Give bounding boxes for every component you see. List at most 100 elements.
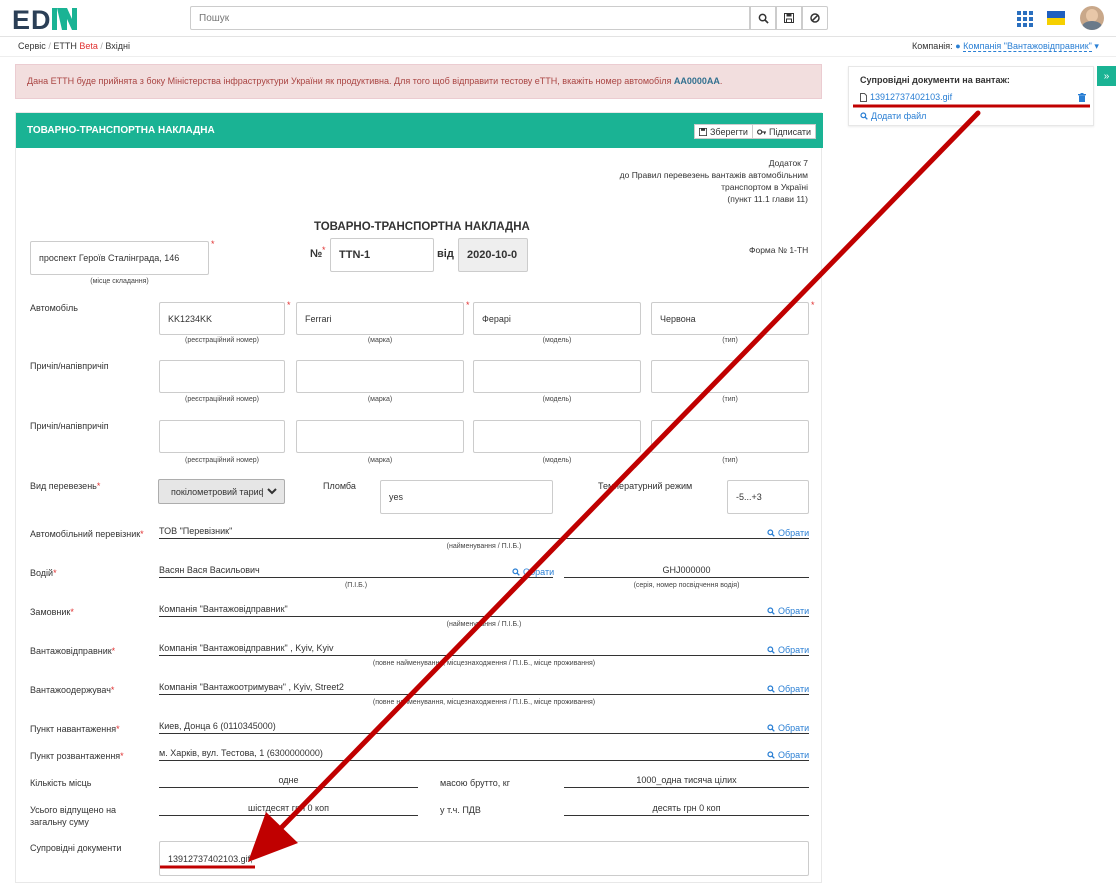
date-label: від bbox=[437, 248, 454, 260]
accompanying-docs-input[interactable]: 13912737402103.gif; bbox=[159, 841, 809, 876]
reg-caption: (реєстраційний номер) bbox=[185, 396, 259, 403]
consignee-label: Вантажоодержувач* bbox=[30, 685, 115, 695]
license-value[interactable]: GHJ000000 bbox=[564, 565, 809, 578]
search-input[interactable] bbox=[190, 6, 750, 30]
shipper-pick-link[interactable]: Обрати bbox=[767, 645, 809, 655]
add-file-link[interactable]: Додати файл bbox=[860, 111, 926, 121]
shipper-value[interactable]: Компанія "Вантажовідправник" , Kyiv, Kyi… bbox=[159, 643, 809, 656]
avatar[interactable] bbox=[1080, 6, 1104, 30]
ttn-form-panel: ТОВАРНО-ТРАНСПОРТНА НАКЛАДНА Зберегти Пі… bbox=[15, 112, 823, 883]
customer-pick-link[interactable]: Обрати bbox=[767, 606, 809, 616]
breadcrumb-inbox[interactable]: Вхідні bbox=[105, 41, 130, 51]
save-label: Зберегти bbox=[710, 126, 748, 137]
loading-point-label: Пункт навантаження* bbox=[30, 724, 120, 734]
zoom-in-icon bbox=[860, 112, 868, 120]
model-caption: (модель) bbox=[542, 337, 572, 344]
trailer2-reg-input[interactable] bbox=[159, 420, 285, 453]
loading-point-value[interactable]: Киев, Донца 6 (0110345000) bbox=[159, 721, 809, 734]
apps-grid-icon[interactable] bbox=[1017, 11, 1033, 27]
vehicle-model-input[interactable]: Ферарі bbox=[473, 302, 641, 335]
model-caption: (модель) bbox=[542, 457, 572, 464]
attached-file-link[interactable]: 13912737402103.gif bbox=[860, 92, 952, 102]
consignee-caption: (повне найменування, місцезнаходження / … bbox=[372, 699, 596, 706]
carrier-caption: (найменування / П.І.Б.) bbox=[446, 543, 522, 550]
accompanying-docs-label: Супровідні документи bbox=[30, 843, 122, 853]
consignee-value[interactable]: Компанія "Вантажоотримувач" , Kyiv, Stre… bbox=[159, 682, 809, 695]
vehicle-brand-input[interactable]: Ferrari bbox=[296, 302, 464, 335]
vat-value[interactable]: десять грн 0 коп bbox=[564, 803, 809, 816]
shipper-label: Вантажовідправник* bbox=[30, 646, 116, 656]
sign-label: Підписати bbox=[769, 126, 812, 137]
temperature-input[interactable]: -5...+3 bbox=[727, 480, 809, 514]
trailer1-model-input[interactable] bbox=[473, 360, 641, 393]
sign-button[interactable]: Підписати bbox=[752, 124, 817, 139]
unloading-point-value[interactable]: м. Харків, вул. Тестова, 1 (6300000000) bbox=[159, 748, 809, 761]
seal-input[interactable]: yes bbox=[380, 480, 553, 514]
form-number: Форма № 1-ТН bbox=[749, 245, 809, 255]
driver-pick-link[interactable]: Обрати bbox=[512, 567, 554, 577]
unloading-pick-link[interactable]: Обрати bbox=[767, 750, 809, 760]
transport-type-select[interactable]: покілометровий тариф bbox=[158, 479, 285, 504]
trailer2-type-input[interactable] bbox=[651, 420, 809, 453]
trash-icon[interactable] bbox=[1078, 93, 1086, 102]
customer-value[interactable]: Компанія "Вантажовідправник" bbox=[159, 604, 809, 617]
customer-label: Замовник* bbox=[30, 607, 74, 617]
annex-line: транспортом в Україні bbox=[721, 182, 808, 192]
search-icon bbox=[767, 529, 775, 537]
company-dropdown[interactable]: Компанія "Вантажовідправник" bbox=[963, 41, 1092, 52]
annex-line: Додаток 7 bbox=[768, 158, 808, 168]
type-caption: (тип) bbox=[722, 337, 738, 344]
trailer1-type-input[interactable] bbox=[651, 360, 809, 393]
sidebar-toggle-button[interactable]: » bbox=[1097, 66, 1116, 86]
total-sum-value[interactable]: шістдесят грн 0 коп bbox=[159, 803, 418, 816]
edin-logo[interactable]: ED bbox=[12, 4, 82, 34]
breadcrumb-service[interactable]: Сервіс bbox=[18, 41, 46, 51]
trailer1-brand-input[interactable] bbox=[296, 360, 464, 393]
ukraine-flag-icon[interactable] bbox=[1047, 11, 1065, 25]
search-button[interactable] bbox=[750, 6, 776, 30]
vehicle-reg-input[interactable]: KK1234KK bbox=[159, 302, 285, 335]
key-icon bbox=[757, 128, 766, 135]
unloading-point-label: Пункт розвантаження* bbox=[30, 751, 124, 761]
model-caption: (модель) bbox=[542, 396, 572, 403]
carrier-value[interactable]: ТОВ "Перевізник" bbox=[159, 526, 809, 539]
gross-weight-value[interactable]: 1000_одна тисяча цілих bbox=[564, 775, 809, 788]
driver-label: Водій* bbox=[30, 568, 57, 578]
carrier-label: Автомобільний перевізник* bbox=[30, 529, 144, 539]
type-caption: (тип) bbox=[722, 396, 738, 403]
search-icon bbox=[767, 724, 775, 732]
trailer1-reg-input[interactable] bbox=[159, 360, 285, 393]
trailer2-model-input[interactable] bbox=[473, 420, 641, 453]
breadcrumb-ettn[interactable]: ЕТТН bbox=[53, 41, 77, 51]
number-label: № bbox=[310, 248, 323, 260]
number-input[interactable]: TTN-1 bbox=[330, 238, 434, 272]
shipper-caption: (повне найменування, місцезнаходження / … bbox=[372, 660, 596, 667]
carrier-pick-link[interactable]: Обрати bbox=[767, 528, 809, 538]
clear-search-button[interactable] bbox=[802, 6, 828, 30]
save-search-button[interactable] bbox=[776, 6, 802, 30]
ban-icon bbox=[810, 13, 820, 23]
place-input[interactable]: проспект Героїв Сталінграда, 146 bbox=[30, 241, 209, 275]
vehicle-type-input[interactable]: Червона bbox=[651, 302, 809, 335]
annex-note: Додаток 7 до Правил перевезень вантажів … bbox=[576, 157, 808, 205]
trailer2-brand-input[interactable] bbox=[296, 420, 464, 453]
attached-docs-title: Супровідні документи на вантаж: bbox=[860, 75, 1010, 85]
place-caption: (місце складання) bbox=[90, 278, 149, 285]
temperature-label: Температурний режим bbox=[598, 481, 693, 491]
file-icon bbox=[860, 92, 867, 102]
doc-title: ТОВАРНО-ТРАНСПОРТНА НАКЛАДНА bbox=[314, 221, 530, 233]
quantity-value[interactable]: одне bbox=[159, 775, 418, 788]
transport-type-label: Вид перевезень* bbox=[30, 481, 101, 491]
date-input[interactable]: 2020-10-0 bbox=[458, 238, 528, 272]
brand-caption: (марка) bbox=[367, 457, 393, 464]
save-button[interactable]: Зберегти bbox=[694, 124, 753, 139]
vehicle-label: Автомобіль bbox=[30, 303, 78, 313]
beta-label: Beta bbox=[79, 41, 98, 51]
annex-line: (пункт 11.1 глави 11) bbox=[727, 194, 808, 204]
driver-value[interactable]: Васян Вася Васильович bbox=[159, 565, 553, 578]
total-sum-label: Усього відпущено на загальну суму bbox=[30, 805, 117, 827]
seal-label: Пломба bbox=[323, 481, 356, 491]
consignee-pick-link[interactable]: Обрати bbox=[767, 684, 809, 694]
driver-caption: (П.І.Б.) bbox=[344, 582, 368, 589]
loading-pick-link[interactable]: Обрати bbox=[767, 723, 809, 733]
